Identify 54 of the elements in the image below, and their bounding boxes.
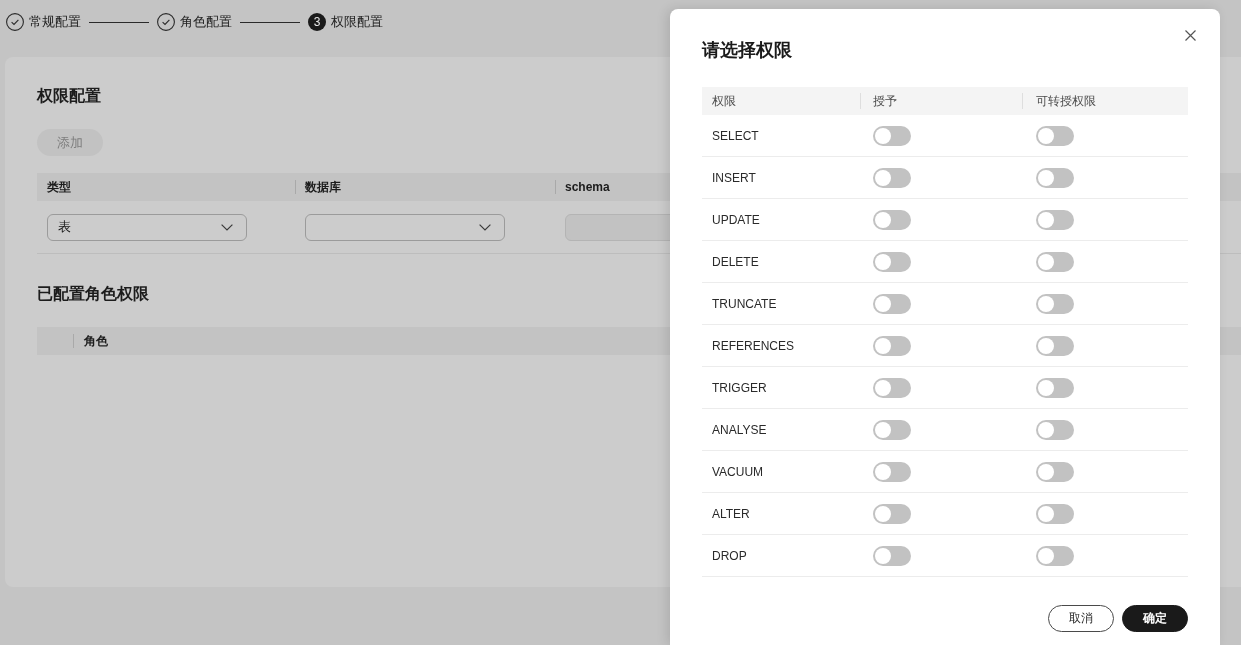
step-number: 3: [308, 13, 326, 31]
permission-name: SELECT: [712, 128, 759, 143]
toggle-switch[interactable]: [873, 419, 911, 440]
toggle-switch[interactable]: [1036, 503, 1074, 524]
toggle-switch[interactable]: [1036, 251, 1074, 272]
permission-name: TRIGGER: [712, 380, 767, 395]
section-title: 已配置角色权限: [37, 284, 149, 304]
permission-name: TRUNCATE: [712, 296, 777, 311]
permission-name: ALTER: [712, 506, 750, 521]
column-header: 授予: [873, 92, 897, 110]
permission-name: INSERT: [712, 170, 756, 185]
toggle-switch[interactable]: [873, 251, 911, 272]
step-label: 角色配置: [180, 13, 232, 31]
toggle-switch[interactable]: [1036, 419, 1074, 440]
step-label: 常规配置: [29, 13, 81, 31]
toggle-switch[interactable]: [873, 209, 911, 230]
toggle-switch[interactable]: [1036, 461, 1074, 482]
confirm-button[interactable]: 确定: [1122, 605, 1188, 632]
toggle-switch[interactable]: [1036, 545, 1074, 566]
permission-name: UPDATE: [712, 212, 760, 227]
step-label: 权限配置: [331, 13, 383, 31]
toggle-switch[interactable]: [1036, 167, 1074, 188]
toggle-switch[interactable]: [873, 167, 911, 188]
toggle-switch[interactable]: [1036, 335, 1074, 356]
toggle-switch[interactable]: [873, 293, 911, 314]
column-header: 角色: [84, 332, 108, 350]
toggle-switch[interactable]: [873, 503, 911, 524]
chevron-down-icon: [479, 223, 491, 231]
toggle-switch[interactable]: [873, 335, 911, 356]
toggle-switch[interactable]: [1036, 125, 1074, 146]
column-header: 数据库: [305, 178, 341, 196]
permission-name: DROP: [712, 548, 747, 563]
close-icon[interactable]: [1185, 30, 1196, 41]
column-header: 权限: [712, 92, 736, 110]
select-field[interactable]: [305, 213, 505, 241]
toggle-switch[interactable]: [873, 125, 911, 146]
toggle-switch[interactable]: [873, 461, 911, 482]
column-header: schema: [565, 180, 610, 194]
toggle-switch[interactable]: [1036, 293, 1074, 314]
permission-name: ANALYSE: [712, 422, 767, 437]
column-header: 可转授权限: [1036, 92, 1096, 110]
permission-name: DELETE: [712, 254, 759, 269]
dialog-title: 请选择权限: [702, 39, 792, 62]
toggle-switch[interactable]: [873, 545, 911, 566]
permission-name: REFERENCES: [712, 338, 794, 353]
section-title: 权限配置: [37, 86, 101, 106]
toggle-switch[interactable]: [1036, 377, 1074, 398]
toggle-switch[interactable]: [873, 377, 911, 398]
cancel-button[interactable]: 取消: [1048, 605, 1114, 632]
chevron-down-icon: [221, 223, 233, 231]
toggle-switch[interactable]: [1036, 209, 1074, 230]
column-header: 类型: [47, 178, 71, 196]
permission-name: VACUUM: [712, 464, 764, 479]
select-field[interactable]: 表: [47, 213, 247, 241]
